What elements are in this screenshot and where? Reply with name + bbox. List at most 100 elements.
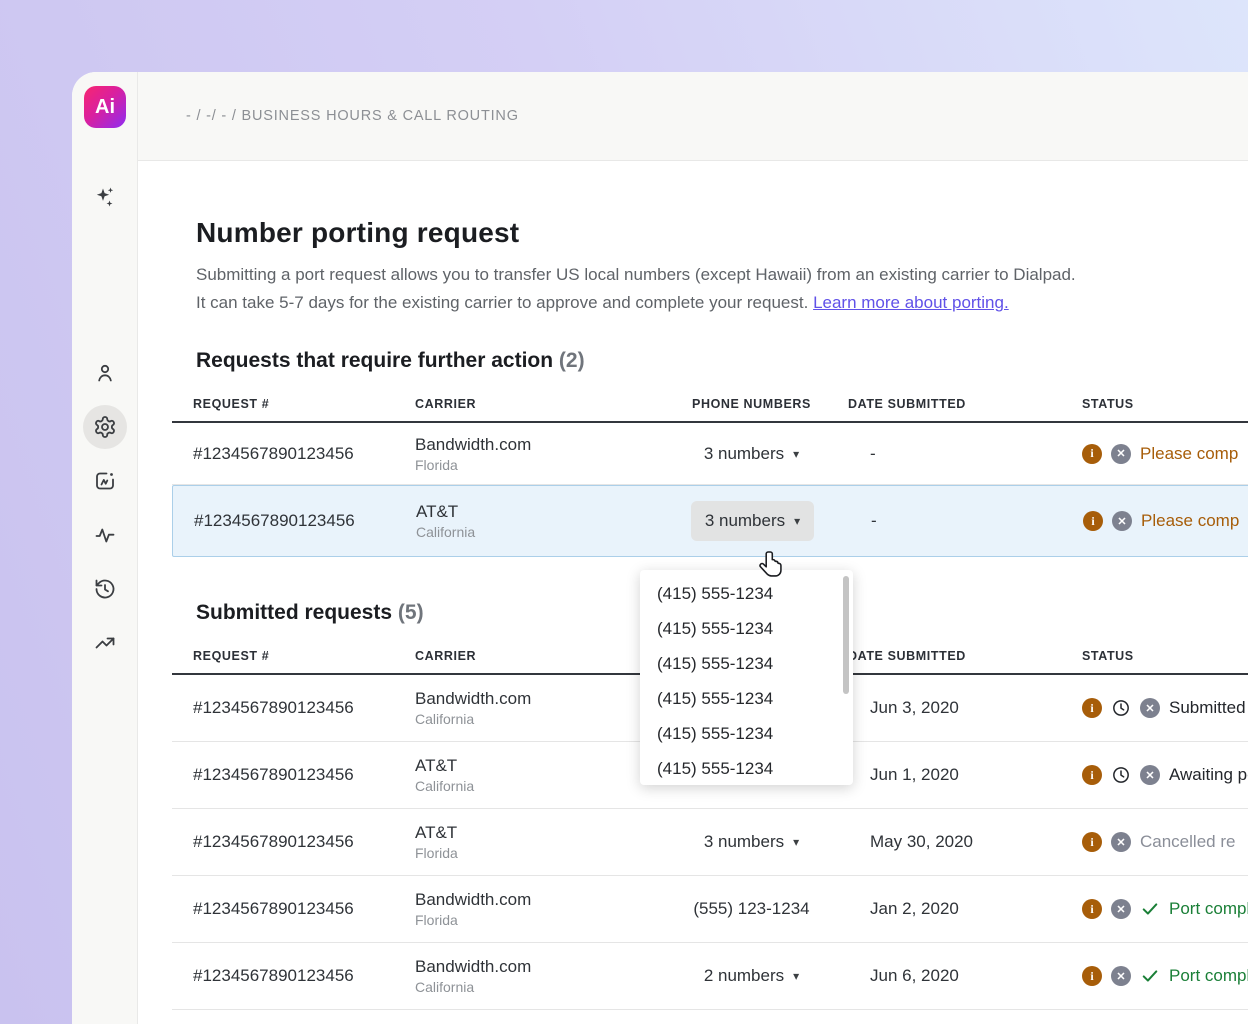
status-text: Port complet — [1169, 966, 1248, 986]
request-number: #1234567890123456 — [194, 511, 416, 531]
phone-numbers-label: 2 numbers — [704, 966, 784, 986]
dropdown-item[interactable]: (415) 555-1234 — [640, 751, 853, 785]
col-phones: PHONE NUMBERS — [655, 397, 848, 411]
status-cell: i ✕ Port complet — [1082, 899, 1248, 919]
dialpad-ai-logo[interactable]: Ai — [84, 86, 126, 128]
carrier-state: California — [416, 524, 656, 540]
table-row[interactable]: #1234567890123456 AT&T California 3 numb… — [172, 485, 1248, 557]
carrier-state: California — [415, 778, 655, 794]
status-text: Port complet — [1169, 899, 1248, 919]
carrier-cell: Bandwidth.com Florida — [415, 435, 655, 473]
info-icon: i — [1082, 698, 1102, 718]
phone-numbers-dropdown-trigger[interactable]: 2 numbers ▾ — [690, 956, 813, 996]
table-row[interactable]: #1234567890123456 Bandwidth.com Florida … — [172, 876, 1248, 943]
request-number: #1234567890123456 — [193, 966, 415, 986]
status-text: Awaiting port — [1169, 765, 1248, 785]
x-circle-icon: ✕ — [1111, 444, 1131, 464]
carrier-cell: Bandwidth.com California — [415, 957, 655, 995]
dropdown-item[interactable]: (415) 555-1234 — [640, 646, 853, 681]
activity-pulse-icon[interactable] — [83, 513, 127, 557]
check-icon — [1140, 899, 1160, 919]
info-icon: i — [1082, 899, 1102, 919]
request-number: #1234567890123456 — [193, 444, 415, 464]
x-circle-icon: ✕ — [1140, 765, 1160, 785]
phone-numbers-dropdown-trigger[interactable]: 3 numbers ▾ — [690, 822, 813, 862]
description-line-2: It can take 5-7 days for the existing ca… — [196, 293, 808, 312]
info-icon: i — [1082, 832, 1102, 852]
port-clipboard-icon[interactable] — [83, 459, 127, 503]
x-circle-icon: ✕ — [1112, 511, 1132, 531]
date-submitted: Jun 6, 2020 — [848, 966, 1082, 986]
status-cell: i ✕ Port complet — [1082, 966, 1248, 986]
col-status: STATUS — [1082, 397, 1248, 411]
carrier-cell: Bandwidth.com Florida — [415, 890, 655, 928]
dropdown-item[interactable]: (415) 555-1234 — [640, 576, 853, 611]
x-circle-icon: ✕ — [1111, 832, 1131, 852]
info-icon: i — [1082, 444, 1102, 464]
carrier-name: Bandwidth.com — [415, 435, 655, 455]
chevron-down-icon: ▾ — [794, 514, 800, 528]
user-icon[interactable] — [83, 351, 127, 395]
phone-numbers-cell: 2 numbers ▾ — [655, 956, 848, 996]
dropdown-item[interactable]: (415) 555-1234 — [640, 716, 853, 751]
col-date: DATE SUBMITTED — [848, 649, 1082, 663]
clock-icon — [1111, 698, 1131, 718]
action-section-title: Requests that require further action (2) — [196, 349, 1248, 373]
history-icon[interactable] — [83, 567, 127, 611]
carrier-state: Florida — [415, 845, 655, 861]
date-submitted: - — [848, 444, 1082, 464]
settings-gear-icon[interactable] — [83, 405, 127, 449]
date-submitted: May 30, 2020 — [848, 832, 1082, 852]
phone-numbers-label: 3 numbers — [705, 511, 785, 531]
status-text: Cancelled re — [1140, 832, 1235, 852]
main-area: - / -/ - / BUSINESS HOURS & CALL ROUTING… — [138, 72, 1248, 1024]
sparkles-ai-icon[interactable] — [83, 175, 127, 219]
carrier-name: Bandwidth.com — [415, 890, 655, 910]
phone-numbers-dropdown-trigger[interactable]: 3 numbers ▾ — [691, 501, 814, 541]
carrier-cell: AT&T California — [415, 756, 655, 794]
dropdown-item[interactable]: (415) 555-1234 — [640, 611, 853, 646]
col-request: REQUEST # — [193, 649, 415, 663]
x-circle-icon: ✕ — [1111, 899, 1131, 919]
info-icon: i — [1082, 966, 1102, 986]
phone-numbers-cell: (555) 123-1234 ▾ — [655, 889, 848, 929]
carrier-name: AT&T — [416, 502, 656, 522]
phone-numbers-dropdown-trigger[interactable]: 3 numbers ▾ — [690, 434, 813, 474]
date-submitted: Jan 2, 2020 — [848, 899, 1082, 919]
x-circle-icon: ✕ — [1140, 698, 1160, 718]
col-request: REQUEST # — [193, 397, 415, 411]
table-row[interactable]: #1234567890123456 Bandwidth.com Florida … — [172, 423, 1248, 485]
status-cell: i ✕ Awaiting port — [1082, 765, 1248, 785]
status-text: Please comp — [1140, 444, 1238, 464]
info-icon: i — [1083, 511, 1103, 531]
carrier-state: California — [415, 979, 655, 995]
status-text: Submitted an — [1169, 698, 1248, 718]
carrier-state: Florida — [415, 457, 655, 473]
clock-icon — [1111, 765, 1131, 785]
date-submitted: - — [849, 511, 1083, 531]
phone-numbers-label: (555) 123-1234 — [693, 899, 809, 919]
col-status: STATUS — [1082, 649, 1248, 663]
status-cell: i ✕ Please comp — [1083, 511, 1248, 531]
action-requests-table: REQUEST # CARRIER PHONE NUMBERS DATE SUB… — [172, 393, 1248, 557]
dropdown-item[interactable]: (415) 555-1234 — [640, 681, 853, 716]
table-row[interactable]: #1234567890123456 AT&T Florida 3 numbers… — [172, 809, 1248, 876]
status-cell: i ✕ Submitted an — [1082, 698, 1248, 718]
carrier-name: AT&T — [415, 823, 655, 843]
action-section-count: (2) — [559, 349, 585, 372]
info-icon: i — [1082, 765, 1102, 785]
page-description: Submitting a port request allows you to … — [196, 261, 1248, 317]
phone-numbers-dropdown-trigger: (555) 123-1234 ▾ — [679, 889, 823, 929]
phone-numbers-label: 3 numbers — [704, 832, 784, 852]
trending-up-icon[interactable] — [83, 621, 127, 665]
table-header-row: REQUEST # CARRIER PHONE NUMBERS DATE SUB… — [172, 393, 1248, 423]
action-section-title-text: Requests that require further action — [196, 349, 553, 372]
learn-more-link[interactable]: Learn more about porting. — [813, 293, 1009, 312]
table-row[interactable]: #1234567890123456 Bandwidth.com Californ… — [172, 943, 1248, 1010]
dropdown-scrollbar[interactable] — [843, 576, 849, 694]
status-cell: i ✕ Please comp — [1082, 444, 1248, 464]
check-icon — [1140, 966, 1160, 986]
col-carrier: CARRIER — [415, 397, 655, 411]
carrier-name: Bandwidth.com — [415, 957, 655, 977]
chevron-down-icon: ▾ — [793, 835, 799, 849]
